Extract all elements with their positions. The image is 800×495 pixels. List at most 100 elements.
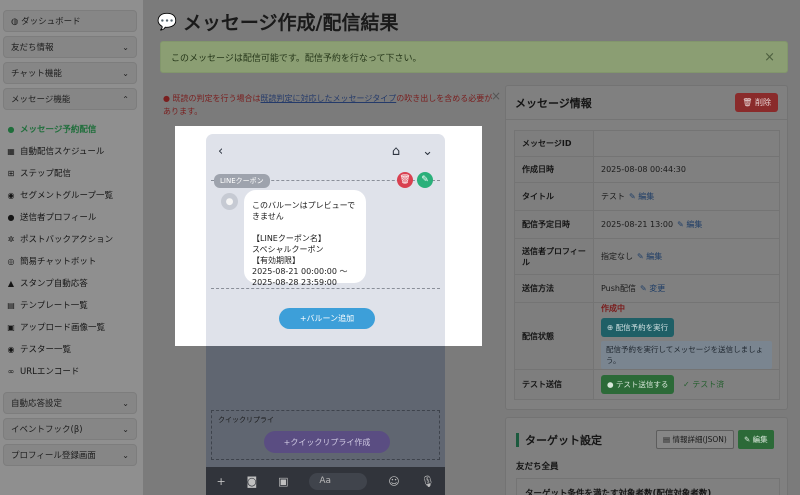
close-icon[interactable]: × bbox=[491, 90, 501, 103]
bubble-type-tag: LINEクーポン bbox=[214, 174, 270, 188]
calendar-icon: ▦ bbox=[7, 146, 15, 156]
success-alert: このメッセージは配信可能です。配信予約を行なって下さい。 × bbox=[160, 41, 788, 73]
page-title: 💬 メッセージ作成/配信結果 bbox=[157, 8, 398, 35]
chevron-down-icon[interactable]: ⌄ bbox=[422, 144, 433, 159]
close-icon[interactable]: × bbox=[764, 50, 775, 65]
sidebar-item-template[interactable]: ▤ テンプレート一覧 bbox=[0, 294, 143, 316]
sidebar-group-label: プロフィール登録画面 bbox=[11, 451, 96, 461]
warning-text: 既読の判定を行う場合は bbox=[172, 94, 261, 103]
phone-nav: ‹ ⌂ ⌄ bbox=[206, 134, 445, 168]
warning-link[interactable]: 既読判定に対応したメッセージタイプ bbox=[261, 94, 397, 103]
json-detail-button[interactable]: ▤ 情報詳細(JSON) bbox=[656, 430, 734, 449]
sidebar-group-friends[interactable]: 友だち情報 ⌄ bbox=[3, 36, 137, 58]
sidebar-item-label: ステップ配信 bbox=[20, 169, 72, 179]
delete-button[interactable]: 🗑 削除 bbox=[735, 93, 778, 112]
target-audience: 友だち全員 bbox=[516, 462, 559, 472]
sidebar-dashboard-label: ダッシュボード bbox=[21, 17, 81, 27]
row-key: 配信予定日時 bbox=[514, 210, 594, 239]
sidebar-item-postback[interactable]: ✲ ポストバックアクション bbox=[0, 228, 143, 250]
test-send-button[interactable]: ● テスト送信する bbox=[601, 375, 675, 394]
sidebar-item-label: ポストバックアクション bbox=[20, 235, 114, 245]
sidebar-item-tester[interactable]: ◉ テスター一覧 bbox=[0, 338, 143, 360]
sidebar-item-upload-image[interactable]: ▣ アップロード画像一覧 bbox=[0, 316, 143, 338]
sidebar-item-step[interactable]: ⊞ ステップ配信 bbox=[0, 162, 143, 184]
target-edit-button[interactable]: ✎ 編集 bbox=[738, 430, 774, 449]
sidebar-group-event-hook[interactable]: イベントフック(β) ⌄ bbox=[3, 418, 137, 440]
row-value: 指定なし bbox=[601, 252, 633, 261]
sidebar-item-label: URLエンコード bbox=[20, 367, 80, 377]
mic-icon[interactable]: 🎙 bbox=[421, 475, 435, 488]
test-done: ✓ テスト済 bbox=[682, 380, 725, 389]
sidebar-group-label: メッセージ機能 bbox=[11, 95, 71, 105]
chevron-down-icon: ⌄ bbox=[122, 68, 129, 78]
quick-reply-area: クイックリプライ + クイックリプライ作成 bbox=[211, 410, 440, 460]
pencil-icon[interactable]: ✎ bbox=[417, 172, 433, 188]
chevron-down-icon: ⌄ bbox=[122, 398, 129, 408]
json-label: 情報詳細(JSON) bbox=[672, 435, 727, 444]
sidebar-item-label: 自動配信スケジュール bbox=[20, 147, 105, 157]
chevron-down-icon: ⌄ bbox=[122, 424, 129, 434]
sidebar-item-message-schedule[interactable]: ● メッセージ予約配信 bbox=[0, 118, 143, 140]
comment-icon: ● bbox=[7, 124, 15, 134]
avatar: ● bbox=[221, 193, 238, 210]
chevron-up-icon: ⌃ bbox=[122, 94, 129, 104]
sidebar-item-chatbot[interactable]: ◎ 簡易チャットボット bbox=[0, 250, 143, 272]
sidebar-item-auto-schedule[interactable]: ▦ 自動配信スケジュール bbox=[0, 140, 143, 162]
trash-icon[interactable]: 🗑 bbox=[397, 172, 413, 188]
change-link[interactable]: ✎ 変更 bbox=[640, 284, 665, 293]
add-balloon-button[interactable]: + バルーン追加 bbox=[279, 308, 375, 329]
sidebar-item-label: テスター一覧 bbox=[20, 345, 72, 355]
sidebar-item-stamp[interactable]: ▲ スタンプ自動応答 bbox=[0, 272, 143, 294]
row-value: Push配信 bbox=[601, 284, 636, 293]
preview-spotlight: ‹ ⌂ ⌄ LINEクーポン 🗑 ✎ ● このバルーンはプレビューできません 【L… bbox=[175, 126, 482, 346]
smile-icon[interactable]: ☺ bbox=[388, 475, 399, 488]
alert-text: このメッセージは配信可能です。配信予約を行なって下さい。 bbox=[171, 53, 422, 64]
sidebar-group-message[interactable]: メッセージ機能 ⌃ bbox=[3, 88, 137, 110]
sidebar-group-label: チャット機能 bbox=[11, 69, 62, 79]
home-icon[interactable]: ⌂ bbox=[392, 144, 400, 159]
delete-label: 削除 bbox=[755, 98, 771, 107]
sidebar-dashboard[interactable]: ◍ ダッシュボード bbox=[3, 10, 137, 32]
sidebar-item-sender-profile[interactable]: ● 送信者プロフィール bbox=[0, 206, 143, 228]
read-warning: ● 既読の判定を行う場合は既読判定に対応したメッセージタイプの吹き出しを含める必… bbox=[163, 90, 501, 118]
stamp-icon: ▲ bbox=[7, 278, 15, 288]
row-value: 2025-08-08 00:44:30 bbox=[593, 156, 780, 183]
robot-icon: ◎ bbox=[7, 256, 15, 266]
exclamation-circle-icon: ● bbox=[163, 94, 170, 103]
schedule-button[interactable]: ⊕ 配信予約を実行 bbox=[601, 318, 675, 337]
card-title: メッセージ情報 bbox=[515, 96, 592, 110]
sidebar-group-profile-form[interactable]: プロフィール登録画面 ⌄ bbox=[3, 444, 137, 466]
link-icon: ∞ bbox=[7, 366, 15, 376]
camera-icon[interactable]: ◙ bbox=[247, 475, 258, 488]
edit-label: 編集 bbox=[646, 252, 663, 261]
edit-link[interactable]: ✎ 編集 bbox=[637, 252, 662, 261]
page-title-text: メッセージ作成/配信結果 bbox=[182, 12, 399, 34]
quick-reply-create-button[interactable]: + クイックリプライ作成 bbox=[264, 431, 390, 453]
chevron-down-icon: ⌄ bbox=[122, 42, 129, 52]
image-icon[interactable]: ▣ bbox=[278, 475, 288, 488]
row-key: タイトル bbox=[514, 182, 594, 211]
sidebar-item-url-encode[interactable]: ∞ URLエンコード bbox=[0, 360, 143, 382]
row-value bbox=[593, 130, 780, 157]
edit-link[interactable]: ✎ 編集 bbox=[677, 220, 702, 229]
trash-icon: 🗑 bbox=[742, 98, 753, 107]
sidebar: ◍ ダッシュボード 友だち情報 ⌄ チャット機能 ⌄ メッセージ機能 ⌃ ● メッセージ… bbox=[0, 0, 143, 495]
image-icon: ▣ bbox=[7, 322, 15, 332]
sidebar-item-segment[interactable]: ◉ セグメントグループ一覧 bbox=[0, 184, 143, 206]
sitemap-icon: ⊞ bbox=[7, 168, 15, 178]
chat-input-bar: + ◙ ▣ Aa ☺ 🎙 bbox=[206, 467, 445, 495]
plus-icon[interactable]: + bbox=[216, 475, 225, 488]
chat-input[interactable]: Aa bbox=[309, 472, 368, 490]
dashboard-icon: ◍ bbox=[11, 17, 19, 27]
test-send-label: テスト送信する bbox=[615, 380, 669, 389]
sidebar-item-label: 送信者プロフィール bbox=[20, 213, 97, 223]
row-key: テスト送信 bbox=[514, 369, 594, 400]
sidebar-item-label: アップロード画像一覧 bbox=[20, 323, 106, 333]
chevron-left-icon[interactable]: ‹ bbox=[218, 144, 223, 159]
quick-reply-label: クイックリプライ bbox=[218, 416, 274, 424]
chevron-down-icon: ⌄ bbox=[122, 450, 129, 460]
sidebar-group-auto-reply[interactable]: 自動応答設定 ⌄ bbox=[3, 392, 137, 414]
sidebar-group-chat[interactable]: チャット機能 ⌄ bbox=[3, 62, 137, 84]
edit-link[interactable]: ✎ 編集 bbox=[629, 192, 654, 201]
phone-screen: ‹ ⌂ ⌄ LINEクーポン 🗑 ✎ ● このバルーンはプレビューできません 【L… bbox=[206, 134, 445, 346]
